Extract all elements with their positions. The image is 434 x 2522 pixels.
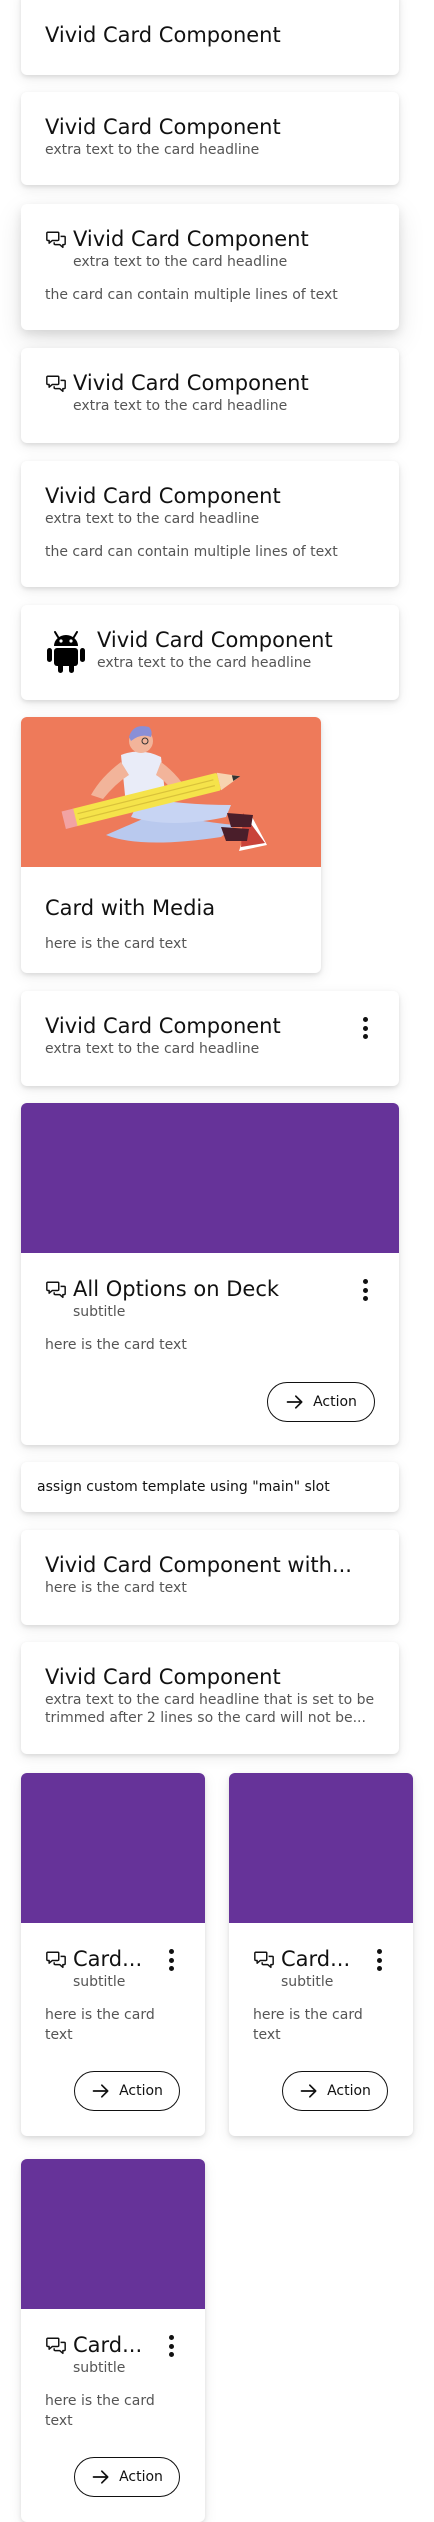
arrow-right-icon (285, 1392, 305, 1412)
card-title: All Options on Deck (73, 1277, 280, 1301)
chat-icon (45, 1949, 67, 1971)
media-illustration (21, 717, 321, 867)
more-vertical-icon[interactable] (161, 2333, 181, 2359)
card-subtitle: subtitle (281, 1974, 334, 1990)
action-label: Action (119, 2469, 163, 2485)
media-purple (21, 2159, 205, 2309)
media-purple (21, 1773, 205, 1923)
card-title: Card... (73, 2333, 143, 2357)
card-title: Vivid Card Component (73, 227, 309, 251)
android-icon (47, 631, 85, 673)
arrow-right-icon (299, 2081, 319, 2101)
card-icon-text: Vivid Card Component extra text to the c… (21, 204, 399, 330)
card-title: Vivid Card Component (73, 371, 309, 395)
card-all-options: All Options on Deck subtitle here is the… (21, 1103, 399, 1445)
card-with-media: Card with Media here is the card text (21, 717, 321, 973)
card-title: Vivid Card Component (45, 1665, 281, 1689)
chat-icon (45, 229, 67, 251)
more-vertical-icon[interactable] (161, 1947, 181, 1973)
grid-card: Card... subtitle here is the card text A… (229, 1773, 413, 2136)
card-clamped-subtitle: Vivid Card Component extra text to the c… (21, 1642, 399, 1754)
card-text: the card can contain multiple lines of t… (45, 287, 338, 303)
card-title: Card... (281, 1947, 351, 1971)
card-subtitle: extra text to the card headline (97, 655, 312, 671)
card-truncated-title: Vivid Card Component with... here is the… (21, 1530, 399, 1625)
action-button[interactable]: Action (267, 1382, 375, 1422)
chat-icon (45, 1279, 67, 1301)
action-button[interactable]: Action (282, 2071, 388, 2111)
action-label: Action (119, 2083, 163, 2099)
card-title: Card... (73, 1947, 143, 1971)
chat-icon (253, 1949, 275, 1971)
arrow-right-icon (91, 2467, 111, 2487)
action-label: Action (313, 1394, 357, 1410)
card-subtitle: extra text to the card headline (45, 511, 260, 527)
card-icon-subtitle: Vivid Card Component extra text to the c… (21, 348, 399, 443)
chat-icon (45, 2335, 67, 2357)
card-text: here is the card text (45, 1337, 187, 1353)
card-text: Vivid Card Component extra text to the c… (21, 461, 399, 587)
arrow-right-icon (91, 2081, 111, 2101)
grid-card: Card... subtitle here is the card text A… (21, 1773, 205, 2136)
card-text: here is the card text (45, 2393, 155, 2429)
more-vertical-icon[interactable] (355, 1015, 375, 1041)
action-button[interactable]: Action (74, 2071, 180, 2111)
card-custom-text: assign custom template using "main" slot (37, 1479, 330, 1495)
card-title: Vivid Card Component (45, 115, 281, 139)
card-with-menu: Vivid Card Component extra text to the c… (21, 991, 399, 1086)
card-text: here is the card text (45, 2007, 155, 2043)
action-label: Action (327, 2083, 371, 2099)
action-button[interactable]: Action (74, 2457, 180, 2497)
card-subtitle: extra text to the card headline that is … (45, 1692, 375, 1726)
media-purple (229, 1773, 413, 1923)
card-subtitle: extra text to the card headline (45, 142, 260, 158)
card-title: Vivid Card Component with... (45, 1553, 352, 1577)
card-text: here is the card text (45, 1580, 187, 1596)
more-vertical-icon[interactable] (369, 1947, 389, 1973)
card-text: here is the card text (45, 936, 187, 952)
card-title: Vivid Card Component (45, 23, 281, 47)
card-title: Vivid Card Component (45, 484, 281, 508)
card-subtitle: subtitle (73, 1304, 126, 1320)
chat-icon (45, 373, 67, 395)
card-android-icon: Vivid Card Component extra text to the c… (21, 605, 399, 700)
card-subtitle: subtitle (73, 1974, 126, 1990)
grid-card: Card... subtitle here is the card text A… (21, 2159, 205, 2522)
card-subtitle: extra text to the card headline (45, 1041, 260, 1057)
card-headline-subtitle: Vivid Card Component extra text to the c… (21, 92, 399, 185)
card-text: here is the card text (253, 2007, 363, 2043)
media-purple (21, 1103, 399, 1253)
card-subtitle: extra text to the card headline (73, 398, 288, 414)
card-title: Vivid Card Component (97, 628, 333, 652)
card-custom-template: assign custom template using "main" slot (21, 1462, 399, 1512)
card-subtitle: subtitle (73, 2360, 126, 2376)
card-title: Vivid Card Component (45, 1014, 281, 1038)
card-text: the card can contain multiple lines of t… (45, 544, 338, 560)
card-title: Card with Media (45, 896, 216, 920)
card-subtitle: extra text to the card headline (73, 254, 288, 270)
card-headline-only: Vivid Card Component (21, 0, 399, 75)
more-vertical-icon[interactable] (355, 1277, 375, 1303)
